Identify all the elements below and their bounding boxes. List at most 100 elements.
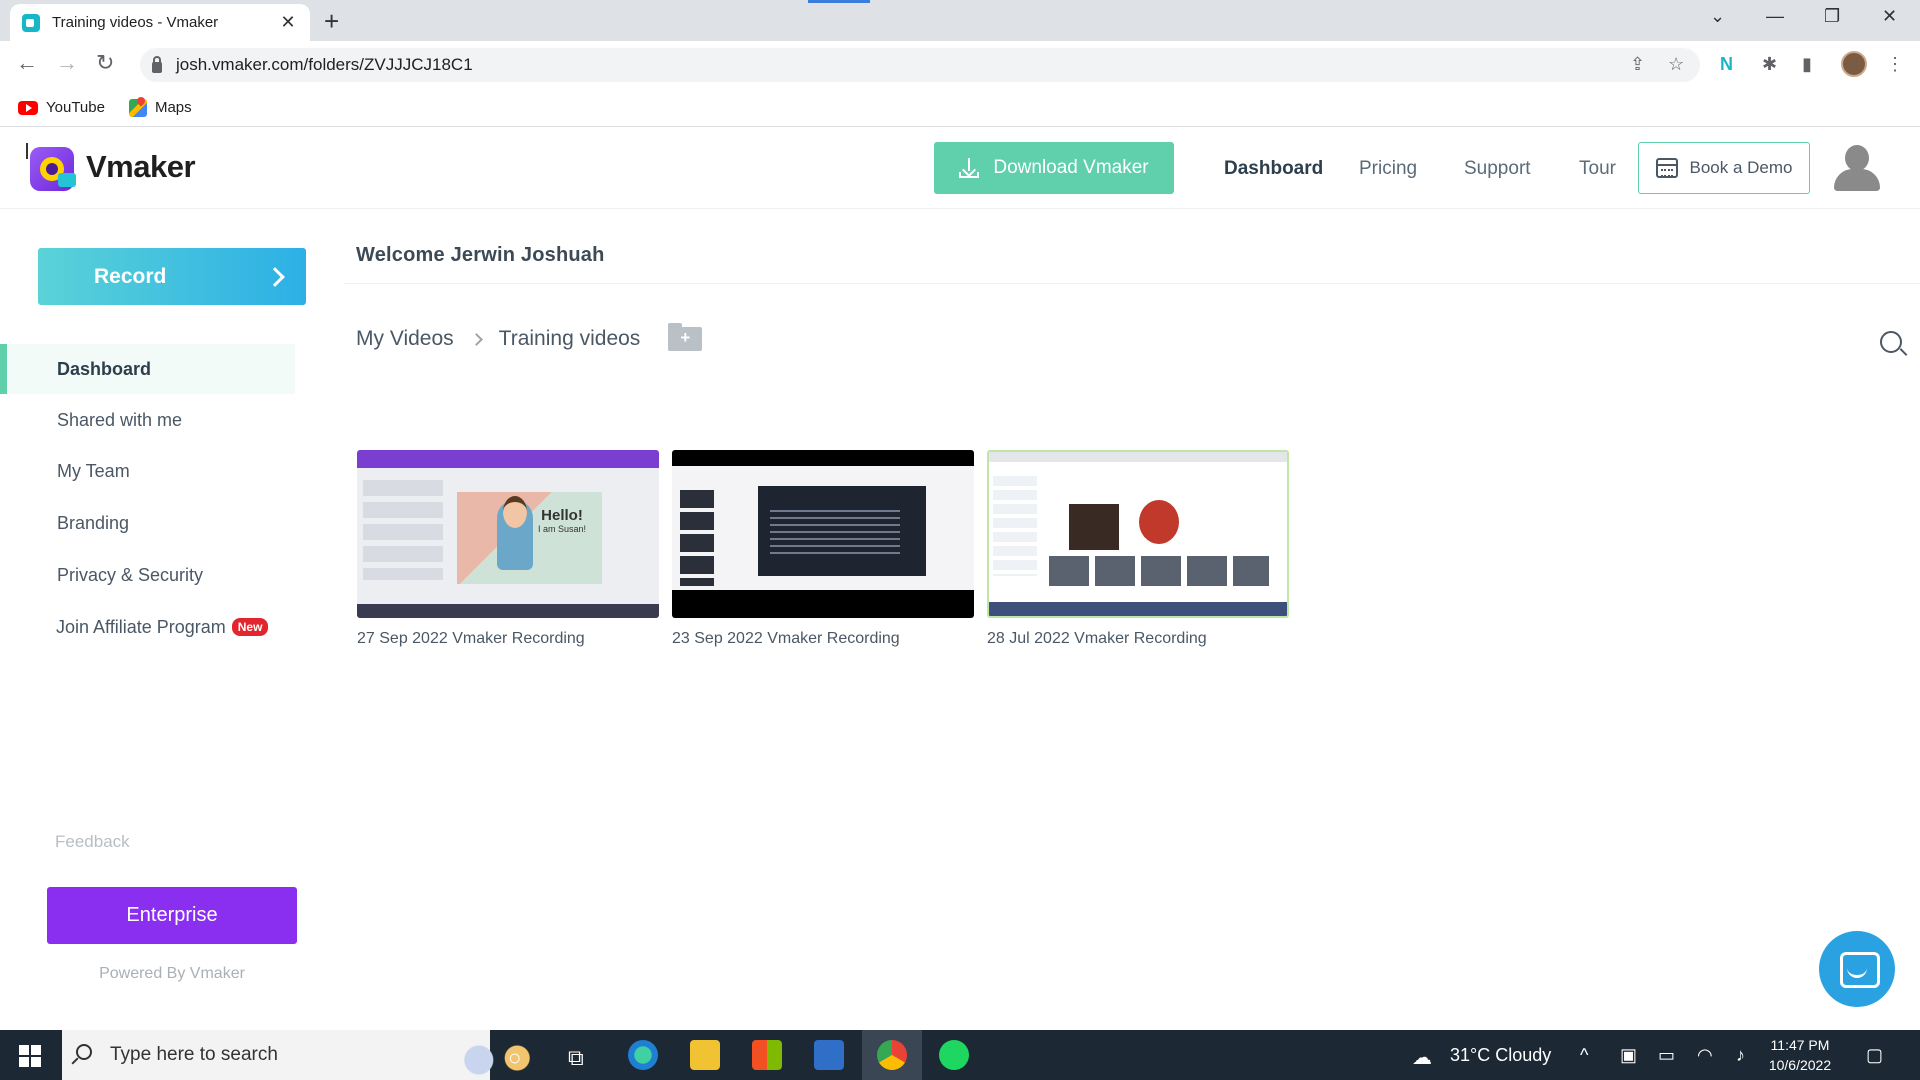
add-folder-icon[interactable] [668,323,703,351]
meet-now-icon[interactable]: ▣ [1620,1045,1637,1066]
breadcrumb-my-videos[interactable]: My Videos [356,327,454,351]
video-card[interactable]: Hello! I am Susan! 27 Sep 2022 Vmaker Rec… [357,450,659,648]
record-button[interactable]: Record [38,248,306,305]
reload-icon[interactable]: ↻ [96,50,114,76]
maps-icon [128,98,147,117]
sidebar-item-my-team[interactable]: My Team [0,446,295,496]
search-icon [76,1044,92,1060]
nav-pricing[interactable]: Pricing [1359,158,1417,180]
chevron-up-icon[interactable]: ^ [1580,1045,1588,1066]
book-demo-button[interactable]: Book a Demo [1638,142,1810,194]
feedback-link[interactable]: Feedback [55,832,130,852]
chrome-icon[interactable] [877,1040,907,1070]
wifi-icon[interactable]: ◠ [1697,1045,1713,1066]
extension-n-icon[interactable]: N [1720,54,1733,75]
download-vmaker-button[interactable]: Download Vmaker [934,142,1174,194]
video-title[interactable]: 27 Sep 2022 Vmaker Recording [357,630,659,648]
share-icon[interactable]: ⇪ [1630,54,1645,75]
download-icon [959,158,980,178]
video-card[interactable]: 23 Sep 2022 Vmaker Recording [672,450,974,648]
chevron-right-icon [469,332,483,346]
video-title[interactable]: 28 Jul 2022 Vmaker Recording [987,630,1289,648]
sidebar-item-affiliate-program[interactable]: Join Affiliate Program New [0,602,295,652]
thumbnail-hello-text: Hello! I am Susan! [537,507,587,534]
vmaker-logo-icon [24,143,78,191]
nav-support[interactable]: Support [1464,158,1531,180]
extensions-puzzle-icon[interactable]: ✱ [1762,54,1777,75]
bookmark-maps[interactable]: Maps [128,98,192,117]
sidebar-item-shared-with-me[interactable]: Shared with me [0,395,295,445]
book-demo-label: Book a Demo [1689,158,1793,177]
close-tab-icon[interactable]: ✕ [278,12,298,33]
search-icon[interactable] [1880,331,1902,353]
new-badge: New [231,618,269,636]
taskbar-search-placeholder: Type here to search [110,1044,278,1065]
battery-icon[interactable]: ▭ [1658,1045,1675,1066]
back-icon[interactable]: ← [16,50,38,76]
file-explorer-icon[interactable] [690,1040,720,1070]
restore-icon[interactable]: ❐ [1824,6,1840,27]
tab-title: Training videos - Vmaker [52,14,219,31]
video-thumbnail[interactable] [672,450,974,618]
cortana-icon[interactable]: ○ [508,1045,521,1071]
cloud-weather-icon: ☁ [1412,1047,1432,1069]
video-card[interactable]: 28 Jul 2022 Vmaker Recording [987,450,1289,648]
browser-tab[interactable]: Training videos - Vmaker ✕ [10,4,310,41]
edge-icon[interactable] [628,1040,658,1070]
sidebar-item-label: Privacy & Security [57,564,204,585]
bookmarks-bar: YouTube Maps [0,89,1920,127]
enterprise-button[interactable]: Enterprise [47,887,297,944]
video-title[interactable]: 23 Sep 2022 Vmaker Recording [672,630,974,648]
tab-search-chevron-icon[interactable]: ⌄ [1710,6,1725,27]
nav-dashboard[interactable]: Dashboard [1224,158,1323,180]
video-thumbnail[interactable] [987,450,1289,618]
new-tab-icon[interactable]: + [324,6,339,37]
address-bar[interactable]: josh.vmaker.com/folders/ZVJJJCJ18C1 ⇪ ☆ [140,48,1700,82]
nav-tour[interactable]: Tour [1579,158,1616,180]
forward-icon[interactable]: → [56,50,78,76]
lock-icon[interactable] [152,55,162,73]
youtube-icon [18,100,38,115]
notifications-icon[interactable]: ▢ [1866,1045,1883,1066]
sidebar-item-label: Join Affiliate Program [56,616,226,637]
windows-start-icon[interactable] [19,1045,41,1067]
bookmark-star-icon[interactable]: ☆ [1668,54,1684,75]
sidebar-item-label: Shared with me [57,409,183,430]
chevron-right-icon [265,266,285,287]
vmaker-logo[interactable]: Vmaker [24,143,196,191]
chrome-menu-icon[interactable]: ⋮ [1886,54,1904,75]
taskbar-search-input[interactable]: Type here to search [62,1030,546,1080]
microsoft-store-icon[interactable] [752,1040,782,1070]
browser-toolbar: ← → ↻ josh.vmaker.com/folders/ZVJJJCJ18C… [0,41,1920,89]
side-panel-icon[interactable]: ▮ [1802,54,1812,75]
video-thumbnail[interactable]: Hello! I am Susan! [357,450,659,618]
volume-icon[interactable]: ♪ [1736,1045,1745,1066]
mail-icon[interactable] [814,1040,844,1070]
chat-support-icon[interactable] [1819,931,1895,1007]
breadcrumb: My Videos Training videos [356,323,703,351]
minimize-icon[interactable]: — [1766,6,1784,27]
task-view-icon[interactable]: ⧉ [568,1045,584,1071]
loading-indicator [808,0,870,3]
search-highlight-illustration-icon [450,1036,546,1076]
close-window-icon[interactable]: ✕ [1882,6,1897,27]
bookmark-youtube[interactable]: YouTube [18,99,105,116]
sidebar-item-dashboard[interactable]: Dashboard [0,344,295,394]
sidebar-item-label: Branding [57,512,130,533]
vmaker-favicon-icon [22,13,40,32]
weather-text[interactable]: 31°C Cloudy [1450,1045,1551,1066]
taskbar-clock[interactable]: 11:47 PM 10/6/2022 [1752,1035,1848,1075]
url-text[interactable]: josh.vmaker.com/folders/ZVJJJCJ18C1 [176,55,473,75]
chrome-profile-avatar[interactable] [1841,51,1867,77]
bookmark-label: YouTube [46,99,105,116]
divider [344,283,1920,284]
clock-date: 10/6/2022 [1768,1057,1832,1073]
download-label: Download Vmaker [993,157,1149,178]
sidebar-item-privacy-security[interactable]: Privacy & Security [0,550,295,600]
spotify-icon[interactable] [939,1040,969,1070]
record-label: Record [94,264,167,288]
breadcrumb-training-videos: Training videos [498,327,641,350]
sidebar-item-label: Dashboard [57,358,152,379]
user-avatar-icon[interactable] [1832,143,1882,193]
sidebar-item-branding[interactable]: Branding [0,498,295,548]
